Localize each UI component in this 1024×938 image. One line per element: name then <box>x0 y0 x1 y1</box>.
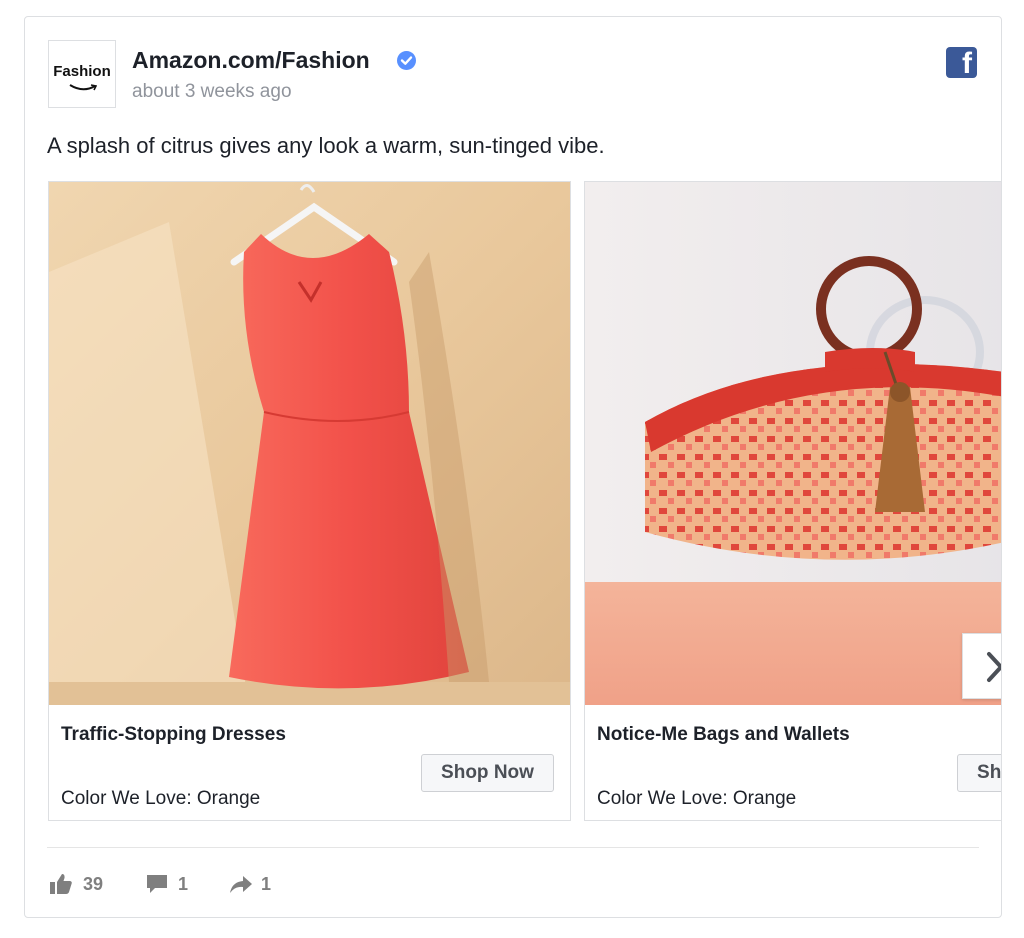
shop-now-button[interactable]: Shop Now <box>957 754 1001 792</box>
carousel-next-button[interactable] <box>962 633 1001 699</box>
ad-post-card: Fashion Amazon.com/Fashion about 3 weeks… <box>24 16 1002 918</box>
amazon-smile-icon <box>69 84 97 91</box>
bag-photo[interactable] <box>585 182 1001 705</box>
carousel-card-dresses[interactable]: Traffic-Stopping Dresses Color We Love: … <box>48 181 571 821</box>
share-arrow-icon <box>230 876 252 893</box>
page-avatar[interactable]: Fashion <box>48 40 116 108</box>
carousel-card-title[interactable]: Traffic-Stopping Dresses <box>61 724 286 746</box>
comment-icon <box>147 875 167 893</box>
thumbs-up-icon <box>50 874 72 894</box>
carousel-card-bags[interactable]: Notice-Me Bags and Wallets Color We Love… <box>584 181 1001 821</box>
carousel-card-description: Color We Love: Orange <box>597 788 797 809</box>
post-timestamp[interactable]: about 3 weeks ago <box>132 81 292 103</box>
shop-now-button[interactable]: Shop Now <box>421 754 554 792</box>
page-name-link[interactable]: Amazon.com/Fashion <box>132 47 370 74</box>
dress-photo[interactable] <box>49 182 570 705</box>
carousel-card-title[interactable]: Notice-Me Bags and Wallets <box>597 724 850 746</box>
comments-count-link[interactable]: 1 <box>145 871 195 897</box>
post-message: A splash of citrus gives any look a warm… <box>47 133 605 158</box>
chevron-right-icon <box>987 652 1001 682</box>
avatar-logo-text: Fashion <box>53 63 111 80</box>
shares-count-link[interactable]: 1 <box>229 871 279 897</box>
facebook-logo-icon: f <box>946 47 977 80</box>
verified-badge-icon <box>397 51 416 70</box>
carousel-card-description: Color We Love: Orange <box>61 788 261 809</box>
carousel: Traffic-Stopping Dresses Color We Love: … <box>48 181 1001 821</box>
shares-count: 1 <box>261 874 272 894</box>
footer-divider <box>47 847 979 848</box>
comments-count: 1 <box>178 874 189 894</box>
likes-count-link[interactable]: 39 <box>49 871 109 897</box>
likes-count: 39 <box>83 874 104 894</box>
